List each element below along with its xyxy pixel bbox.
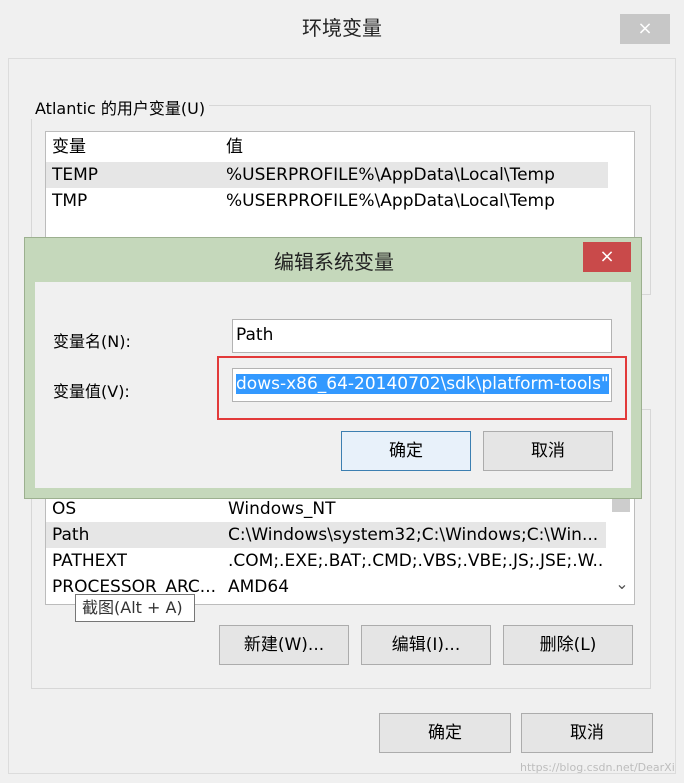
row-name: PATHEXT bbox=[52, 551, 128, 571]
list-header: 变量 值 bbox=[46, 134, 634, 160]
dialog-cancel-button[interactable]: 取消 bbox=[483, 431, 613, 471]
edit-variable-button[interactable]: 编辑(I)... bbox=[361, 625, 491, 665]
table-row[interactable]: Path C:\Windows\system32;C:\Windows;C:\W… bbox=[46, 522, 606, 548]
table-row[interactable]: TEMP %USERPROFILE%\AppData\Local\Temp bbox=[46, 162, 608, 188]
row-name: OS bbox=[52, 499, 77, 519]
new-variable-button[interactable]: 新建(W)... bbox=[219, 625, 349, 665]
user-variables-label: Atlantic 的用户变量(U) bbox=[31, 95, 210, 119]
watermark: https://blog.csdn.net/DearXi bbox=[520, 761, 675, 774]
row-name: TEMP bbox=[52, 165, 99, 185]
dialog-close-button[interactable]: × bbox=[583, 242, 631, 272]
row-name: Path bbox=[52, 525, 90, 545]
row-value: .COM;.EXE;.BAT;.CMD;.VBS;.VBE;.JS;.JSE;.… bbox=[228, 551, 604, 571]
row-value: Windows_NT bbox=[228, 499, 336, 519]
environment-variables-window: 环境变量 × Atlantic 的用户变量(U) 变量 值 TEMP %USER… bbox=[0, 0, 684, 783]
window-title: 环境变量 bbox=[302, 16, 382, 40]
variable-value-input[interactable]: dows-x86_64-20140702\sdk\platform-tools" bbox=[232, 368, 612, 402]
column-header-value[interactable]: 值 bbox=[226, 134, 243, 160]
column-header-name[interactable]: 变量 bbox=[52, 134, 86, 160]
scroll-down-icon[interactable]: ⌄ bbox=[614, 574, 630, 600]
table-row[interactable]: TMP %USERPROFILE%\AppData\Local\Temp bbox=[46, 188, 608, 214]
window-close-button[interactable]: × bbox=[620, 14, 670, 44]
table-row[interactable]: OS Windows_NT bbox=[46, 496, 606, 522]
variable-value-label: 变量值(V): bbox=[53, 382, 130, 401]
selected-value-text: dows-x86_64-20140702\sdk\platform-tools" bbox=[236, 374, 609, 394]
ok-button[interactable]: 确定 bbox=[379, 713, 511, 753]
row-value: %USERPROFILE%\AppData\Local\Temp bbox=[226, 165, 555, 185]
variable-name-input[interactable]: Path bbox=[232, 319, 612, 353]
row-name: TMP bbox=[52, 191, 88, 211]
row-value: C:\Windows\system32;C:\Windows;C:\Win... bbox=[228, 525, 599, 545]
delete-variable-button[interactable]: 删除(L) bbox=[503, 625, 633, 665]
variable-name-label: 变量名(N): bbox=[53, 332, 131, 351]
cancel-button[interactable]: 取消 bbox=[521, 713, 653, 753]
screenshot-tooltip: 截图(Alt + A) bbox=[75, 594, 195, 622]
dialog-ok-button[interactable]: 确定 bbox=[341, 431, 471, 471]
row-value: %USERPROFILE%\AppData\Local\Temp bbox=[226, 191, 555, 211]
row-value: AMD64 bbox=[228, 577, 290, 597]
table-row[interactable]: PATHEXT .COM;.EXE;.BAT;.CMD;.VBS;.VBE;.J… bbox=[46, 548, 606, 574]
dialog-title: 编辑系统变量 bbox=[274, 250, 394, 274]
edit-system-variable-dialog: 编辑系统变量 × 变量名(N): Path 变量值(V): dows-x86_6… bbox=[24, 237, 642, 499]
dialog-body: 变量名(N): Path 变量值(V): dows-x86_64-2014070… bbox=[35, 282, 631, 488]
